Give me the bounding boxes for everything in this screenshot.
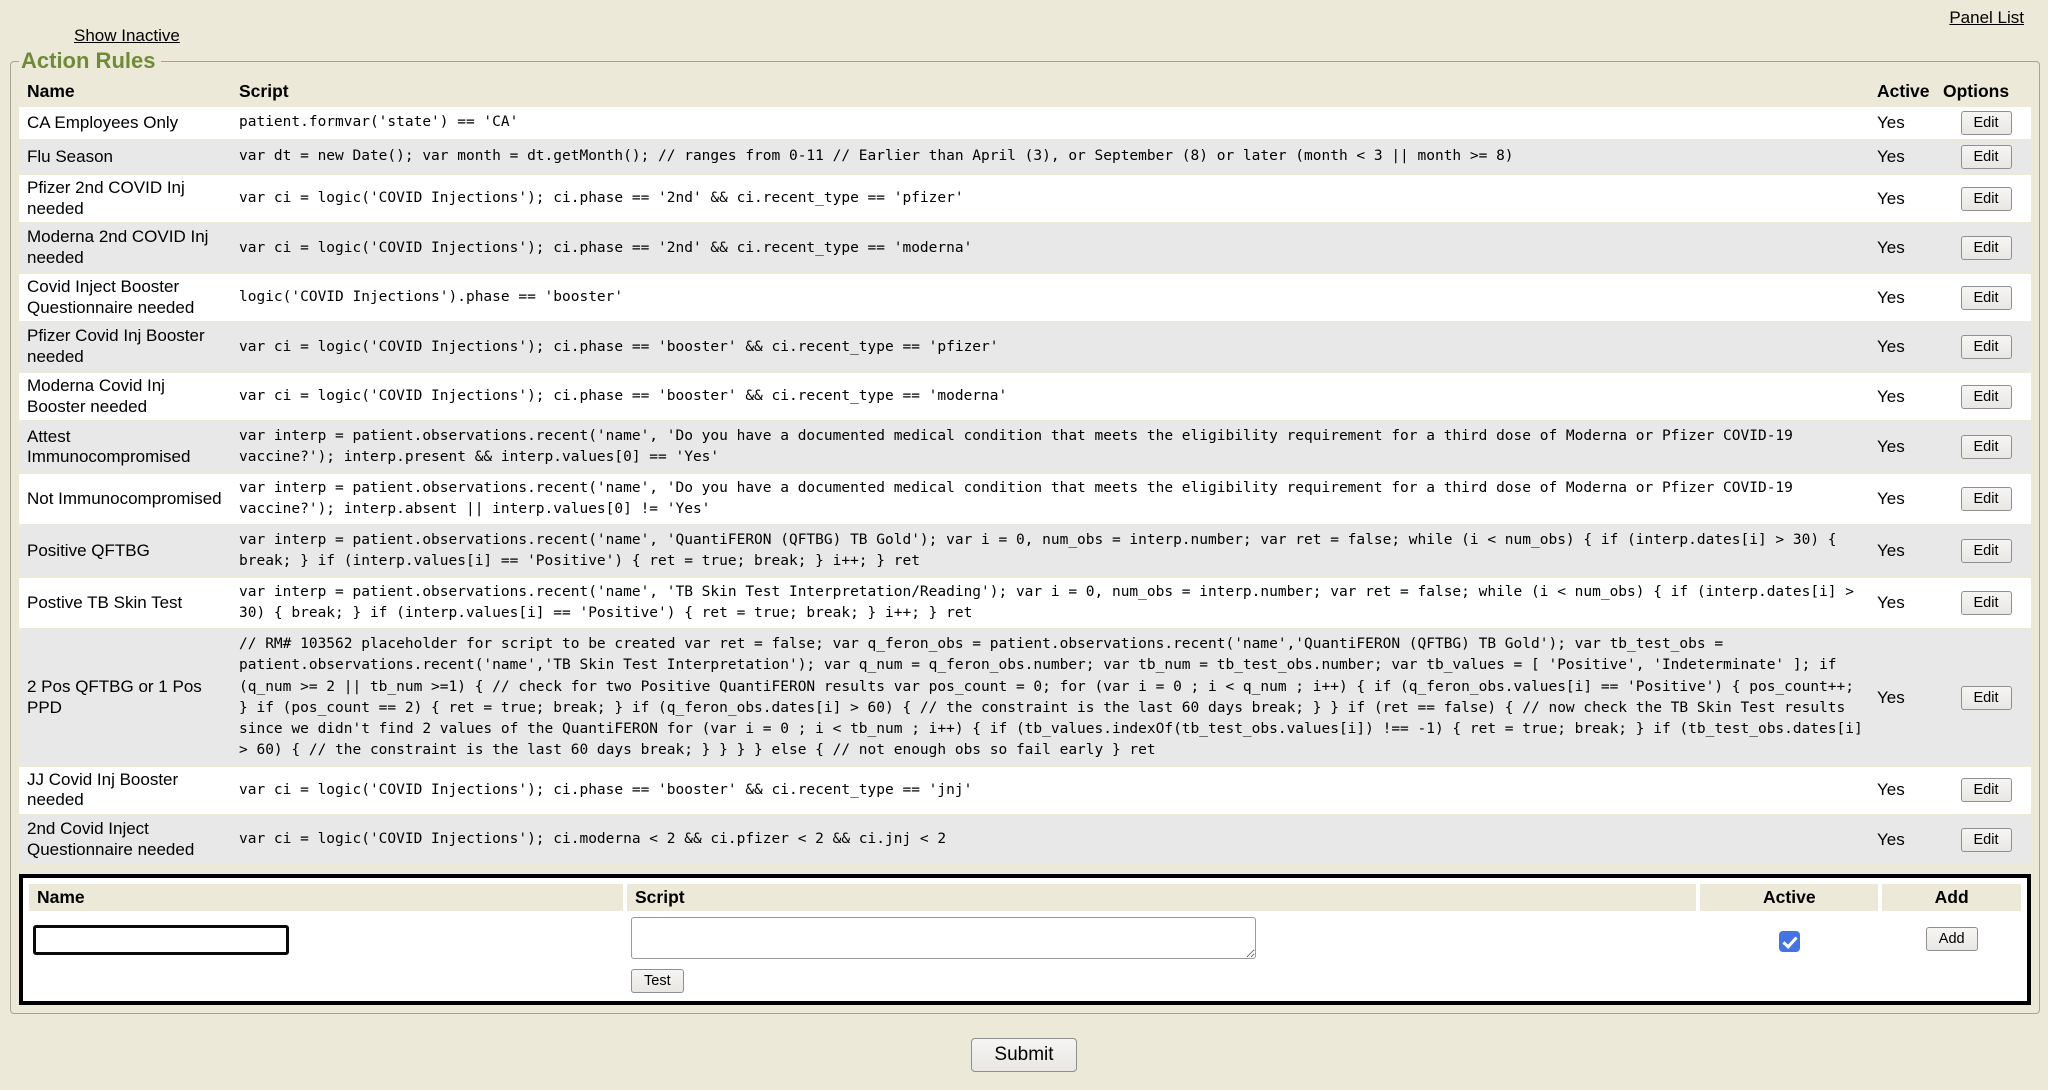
rule-name: 2 Pos QFTBG or 1 Pos PPD bbox=[19, 630, 237, 764]
rule-script: var ci = logic('COVID Injections'); ci.p… bbox=[237, 767, 1875, 814]
table-row: Moderna 2nd COVID Inj needed var ci = lo… bbox=[19, 224, 2031, 271]
table-row: JJ Covid Inj Booster needed var ci = log… bbox=[19, 767, 2031, 814]
rule-active-value: Yes bbox=[1875, 323, 1941, 370]
rule-name: Pfizer 2nd COVID Inj needed bbox=[19, 175, 237, 222]
table-row: Postive TB Skin Test var interp = patien… bbox=[19, 578, 2031, 628]
rule-name: Covid Inject Booster Questionnaire neede… bbox=[19, 274, 237, 321]
table-header-row: Name Script Active Options bbox=[19, 78, 2031, 105]
rule-name: JJ Covid Inj Booster needed bbox=[19, 767, 237, 814]
rule-script: var ci = logic('COVID Injections'); ci.p… bbox=[237, 175, 1875, 222]
rule-active-value: Yes bbox=[1875, 107, 1941, 139]
rule-name: Moderna 2nd COVID Inj needed bbox=[19, 224, 237, 271]
rule-name: Not Immunocompromised bbox=[19, 474, 237, 524]
column-header-script: Script bbox=[237, 78, 1875, 105]
rule-script: var interp = patient.observations.recent… bbox=[237, 422, 1875, 472]
edit-button[interactable]: Edit bbox=[1961, 435, 2012, 459]
add-form-header-row: Name Script Active Add bbox=[29, 884, 2021, 911]
rule-name: CA Employees Only bbox=[19, 107, 237, 139]
panel-list-link[interactable]: Panel List bbox=[1949, 8, 2024, 27]
table-row: Not Immunocompromised var interp = patie… bbox=[19, 474, 2031, 524]
submit-button[interactable]: Submit bbox=[971, 1038, 1076, 1072]
column-header-active: Active bbox=[1875, 78, 1941, 105]
add-button[interactable]: Add bbox=[1926, 927, 1978, 951]
column-header-name: Name bbox=[19, 78, 237, 105]
add-form-header-name: Name bbox=[29, 884, 623, 911]
show-inactive-link[interactable]: Show Inactive bbox=[74, 26, 180, 45]
add-form-input-row: Test Add bbox=[29, 915, 2021, 995]
edit-button[interactable]: Edit bbox=[1961, 335, 2012, 359]
rule-script: patient.formvar('state') == 'CA' bbox=[237, 107, 1875, 139]
rule-script: var ci = logic('COVID Injections'); ci.m… bbox=[237, 816, 1875, 863]
table-row: Pfizer 2nd COVID Inj needed var ci = log… bbox=[19, 175, 2031, 222]
new-rule-name-input[interactable] bbox=[33, 925, 289, 955]
edit-button[interactable]: Edit bbox=[1961, 686, 2012, 710]
submit-row: Submit bbox=[0, 1038, 2048, 1072]
table-row: 2 Pos QFTBG or 1 Pos PPD // RM# 103562 p… bbox=[19, 630, 2031, 764]
table-row: Flu Season var dt = new Date(); var mont… bbox=[19, 141, 2031, 173]
table-row: Covid Inject Booster Questionnaire neede… bbox=[19, 274, 2031, 321]
edit-button[interactable]: Edit bbox=[1961, 385, 2012, 409]
test-button[interactable]: Test bbox=[631, 969, 684, 993]
edit-button[interactable]: Edit bbox=[1961, 828, 2012, 852]
table-row: 2nd Covid Inject Questionnaire needed va… bbox=[19, 816, 2031, 863]
rule-name: Attest Immunocompromised bbox=[19, 422, 237, 472]
edit-button[interactable]: Edit bbox=[1961, 487, 2012, 511]
table-row: CA Employees Only patient.formvar('state… bbox=[19, 107, 2031, 139]
table-row: Moderna Covid Inj Booster needed var ci … bbox=[19, 373, 2031, 420]
edit-button[interactable]: Edit bbox=[1961, 778, 2012, 802]
action-rules-panel: Action Rules Name Script Active Options … bbox=[10, 48, 2040, 1014]
rule-active-value: Yes bbox=[1875, 526, 1941, 576]
show-inactive-row: Show Inactive bbox=[0, 26, 2048, 48]
rule-active-value: Yes bbox=[1875, 224, 1941, 271]
topbar: Panel List bbox=[0, 0, 2048, 26]
action-rules-legend: Action Rules bbox=[19, 48, 161, 74]
rule-name: Positive QFTBG bbox=[19, 526, 237, 576]
add-form-header-add: Add bbox=[1882, 884, 2021, 911]
rule-active-value: Yes bbox=[1875, 373, 1941, 420]
rule-active-value: Yes bbox=[1875, 141, 1941, 173]
rule-name: 2nd Covid Inject Questionnaire needed bbox=[19, 816, 237, 863]
rule-script: var ci = logic('COVID Injections'); ci.p… bbox=[237, 373, 1875, 420]
rule-script: var ci = logic('COVID Injections'); ci.p… bbox=[237, 224, 1875, 271]
rule-active-value: Yes bbox=[1875, 175, 1941, 222]
rules-rows: CA Employees Only patient.formvar('state… bbox=[19, 107, 2031, 864]
rule-script: var interp = patient.observations.recent… bbox=[237, 578, 1875, 628]
edit-button[interactable]: Edit bbox=[1961, 286, 2012, 310]
new-rule-script-input[interactable] bbox=[631, 917, 1256, 959]
rule-name: Postive TB Skin Test bbox=[19, 578, 237, 628]
rule-script: var interp = patient.observations.recent… bbox=[237, 526, 1875, 576]
column-header-options: Options bbox=[1941, 78, 2031, 105]
table-row: Attest Immunocompromised var interp = pa… bbox=[19, 422, 2031, 472]
action-rules-table: Name Script Active Options CA Employees … bbox=[19, 76, 2031, 866]
table-row: Pfizer Covid Inj Booster needed var ci =… bbox=[19, 323, 2031, 370]
rule-active-value: Yes bbox=[1875, 422, 1941, 472]
rule-active-value: Yes bbox=[1875, 767, 1941, 814]
rule-active-value: Yes bbox=[1875, 630, 1941, 764]
rule-script: // RM# 103562 placeholder for script to … bbox=[237, 630, 1875, 764]
rule-script: var dt = new Date(); var month = dt.getM… bbox=[237, 141, 1875, 173]
edit-button[interactable]: Edit bbox=[1961, 539, 2012, 563]
rule-script: logic('COVID Injections').phase == 'boos… bbox=[237, 274, 1875, 321]
edit-button[interactable]: Edit bbox=[1961, 236, 2012, 260]
rule-active-value: Yes bbox=[1875, 474, 1941, 524]
table-row: Positive QFTBG var interp = patient.obse… bbox=[19, 526, 2031, 576]
edit-button[interactable]: Edit bbox=[1961, 111, 2012, 135]
rule-script: var ci = logic('COVID Injections'); ci.p… bbox=[237, 323, 1875, 370]
add-form-header-script: Script bbox=[627, 884, 1696, 911]
edit-button[interactable]: Edit bbox=[1961, 187, 2012, 211]
edit-button[interactable]: Edit bbox=[1961, 145, 2012, 169]
rule-name: Moderna Covid Inj Booster needed bbox=[19, 373, 237, 420]
rule-script: var interp = patient.observations.recent… bbox=[237, 474, 1875, 524]
rule-active-value: Yes bbox=[1875, 274, 1941, 321]
rule-active-value: Yes bbox=[1875, 816, 1941, 863]
rule-name: Pfizer Covid Inj Booster needed bbox=[19, 323, 237, 370]
rule-active-value: Yes bbox=[1875, 578, 1941, 628]
add-form-header-active: Active bbox=[1700, 884, 1878, 911]
edit-button[interactable]: Edit bbox=[1961, 591, 2012, 615]
add-rule-form: Name Script Active Add Test bbox=[19, 874, 2031, 1005]
active-checkbox[interactable] bbox=[1779, 931, 1800, 952]
rule-name: Flu Season bbox=[19, 141, 237, 173]
